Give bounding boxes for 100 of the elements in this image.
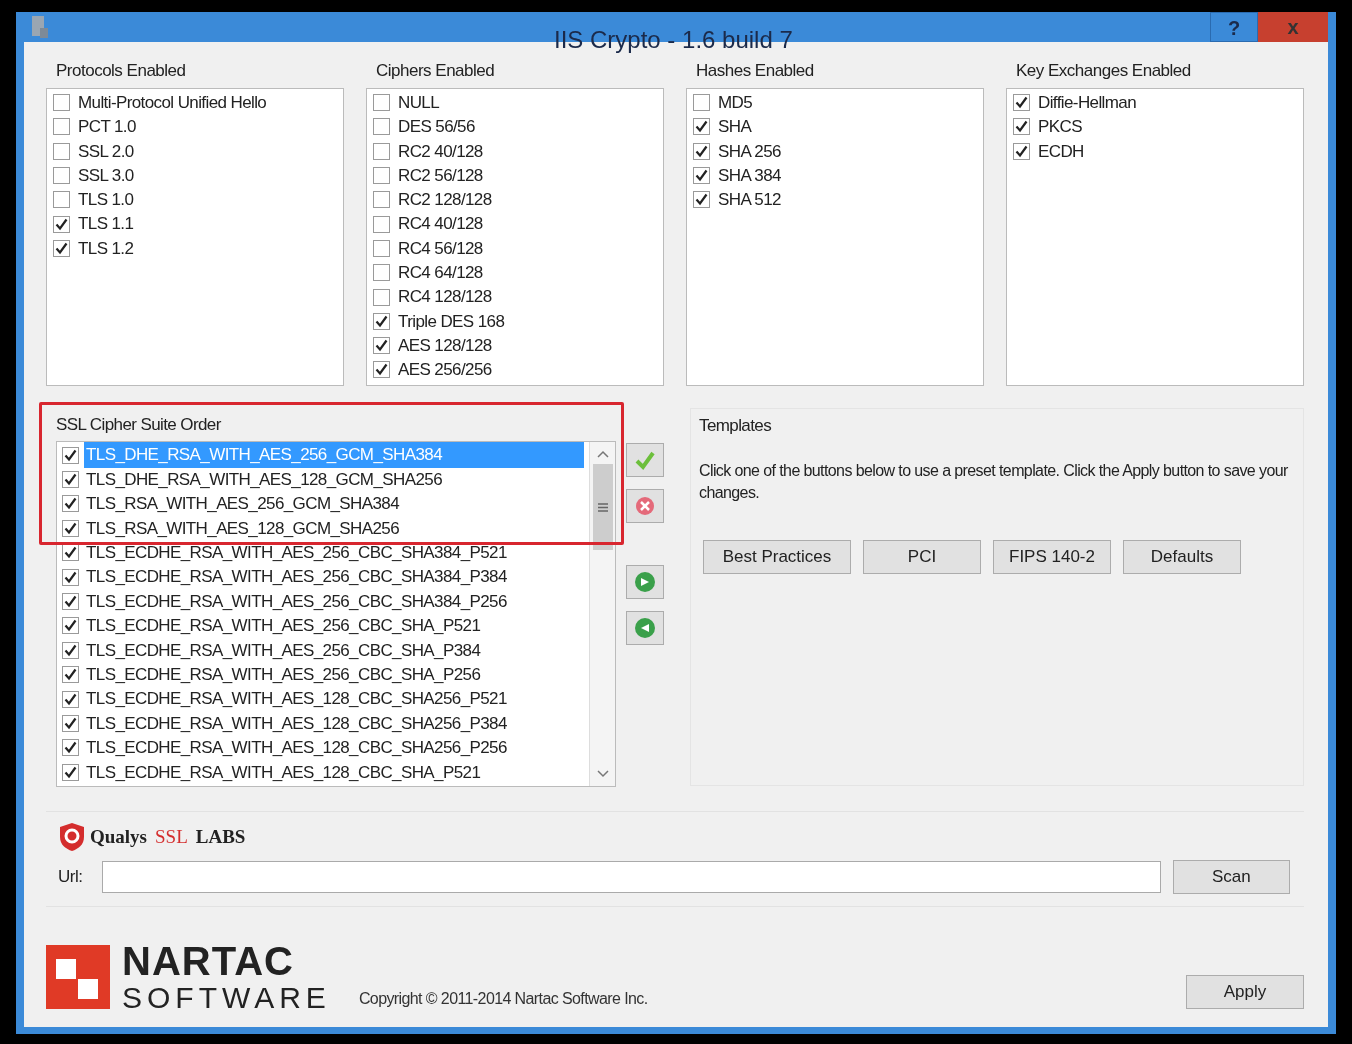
checkbox[interactable] bbox=[62, 763, 79, 781]
checkbox[interactable] bbox=[53, 239, 70, 257]
checkbox[interactable] bbox=[693, 142, 710, 160]
cipher-suite-item[interactable]: TLS_ECDHE_RSA_WITH_AES_256_CBC_SHA384_P384 bbox=[84, 564, 509, 590]
checkbox[interactable] bbox=[373, 94, 390, 112]
checkbox[interactable] bbox=[62, 519, 79, 537]
nartac-logo-text: NARTAC bbox=[122, 941, 295, 981]
option-label: RC4 40/128 bbox=[398, 213, 483, 236]
checkbox[interactable] bbox=[62, 446, 79, 464]
order-button[interactable] bbox=[626, 611, 664, 645]
checkbox[interactable] bbox=[62, 617, 79, 635]
checkbox[interactable] bbox=[62, 471, 79, 489]
checkbox[interactable] bbox=[373, 118, 390, 136]
checkbox[interactable] bbox=[693, 167, 710, 185]
checkmark-icon bbox=[55, 241, 68, 255]
cipher-suite-item[interactable]: TLS_RSA_WITH_AES_128_GCM_SHA256 bbox=[84, 515, 402, 542]
template-button[interactable]: PCI bbox=[863, 540, 981, 574]
checkbox[interactable] bbox=[62, 568, 79, 586]
checkbox[interactable] bbox=[373, 312, 390, 330]
cipher-suite-item[interactable]: TLS_ECDHE_RSA_WITH_AES_256_CBC_SHA_P384 bbox=[84, 637, 483, 664]
copyright-text: Copyright © 2011-2014 Nartac Software Inc. bbox=[358, 989, 648, 1009]
checkbox[interactable] bbox=[62, 739, 79, 757]
order-button[interactable] bbox=[626, 489, 664, 523]
apply-button[interactable]: Apply bbox=[1186, 975, 1304, 1009]
checkbox[interactable] bbox=[53, 167, 70, 185]
option-label: RC2 128/128 bbox=[398, 189, 492, 212]
cipher-suite-item[interactable]: TLS_DHE_RSA_WITH_AES_128_GCM_SHA256 bbox=[84, 466, 444, 493]
checkmark-icon bbox=[375, 363, 388, 377]
checkbox[interactable] bbox=[373, 215, 390, 233]
option-label: NULL bbox=[398, 91, 440, 114]
checkmark-icon bbox=[375, 314, 388, 328]
templates-description: Click one of the buttons below to use a preset template. Click the Apply button to save your changes. bbox=[699, 461, 1289, 503]
template-button[interactable]: FIPS 140-2 bbox=[993, 540, 1111, 574]
option-label: SHA bbox=[718, 116, 752, 139]
checkbox[interactable] bbox=[62, 641, 79, 659]
cipher-suite-item[interactable]: TLS_ECDHE_RSA_WITH_AES_128_CBC_SHA256_P521 bbox=[84, 686, 509, 712]
group-label: Hashes Enabled bbox=[696, 60, 815, 82]
option-label: RC2 56/128 bbox=[398, 164, 483, 187]
url-label: Url: bbox=[58, 866, 84, 889]
cipher-suite-item[interactable]: TLS_ECDHE_RSA_WITH_AES_128_CBC_SHA256_P256 bbox=[84, 735, 509, 761]
cipher-suite-item[interactable]: TLS_ECDHE_RSA_WITH_AES_256_CBC_SHA_P521 bbox=[84, 613, 483, 639]
checkbox[interactable] bbox=[62, 690, 79, 708]
checkbox[interactable] bbox=[693, 191, 710, 209]
checkbox[interactable] bbox=[53, 94, 70, 112]
checkmark-icon bbox=[64, 643, 77, 657]
checkbox[interactable] bbox=[373, 191, 390, 209]
group-label: Templates bbox=[699, 414, 773, 437]
checkbox[interactable] bbox=[1013, 142, 1030, 160]
checkbox[interactable] bbox=[1013, 118, 1030, 136]
nartac-logo-icon bbox=[46, 945, 110, 1009]
option-label: AES 128/128 bbox=[398, 334, 492, 357]
software-logo-text: SOFTWARE bbox=[122, 983, 331, 1013]
cipher-suite-item[interactable]: TLS_ECDHE_RSA_WITH_AES_256_CBC_SHA384_P256 bbox=[84, 588, 509, 615]
qualys-logo-text: Qualys bbox=[90, 824, 148, 849]
scrollbar-thumb[interactable] bbox=[592, 464, 613, 550]
checkbox[interactable] bbox=[53, 118, 70, 136]
checkmark-icon bbox=[64, 717, 77, 730]
option-label: SSL 3.0 bbox=[78, 164, 134, 187]
checkbox[interactable] bbox=[62, 715, 79, 732]
checkbox[interactable] bbox=[1013, 94, 1030, 112]
cipher-suite-item[interactable]: TLS_ECDHE_RSA_WITH_AES_128_CBC_SHA_P521 bbox=[84, 759, 483, 786]
checkbox[interactable] bbox=[373, 288, 390, 306]
cipher-suite-item[interactable]: TLS_ECDHE_RSA_WITH_AES_256_CBC_SHA_P256 bbox=[84, 661, 483, 688]
checkbox[interactable] bbox=[62, 593, 79, 611]
checkbox[interactable] bbox=[62, 495, 79, 513]
checkmark-icon bbox=[64, 497, 77, 511]
arrow-circle-icon bbox=[633, 570, 657, 594]
url-field[interactable] bbox=[101, 861, 1161, 893]
template-button[interactable]: Best Practices bbox=[703, 540, 851, 574]
option-label: PKCS bbox=[1038, 116, 1082, 139]
checkbox[interactable] bbox=[693, 118, 710, 136]
checkbox[interactable] bbox=[373, 167, 390, 185]
scrollbar[interactable] bbox=[589, 442, 615, 786]
checkbox[interactable] bbox=[373, 142, 390, 160]
option-label: MD5 bbox=[718, 91, 753, 114]
checkmark-icon bbox=[64, 741, 77, 755]
order-button[interactable] bbox=[626, 565, 664, 599]
checkbox[interactable] bbox=[373, 337, 390, 355]
checkbox[interactable] bbox=[373, 239, 390, 257]
option-label: AES 256/256 bbox=[398, 359, 492, 382]
option-label: TLS 1.1 bbox=[78, 213, 134, 236]
checkmark-icon bbox=[1015, 120, 1028, 134]
cipher-suite-item[interactable]: TLS_RSA_WITH_AES_256_GCM_SHA384 bbox=[84, 491, 402, 517]
checkbox[interactable] bbox=[62, 666, 79, 684]
scan-button[interactable]: Scan bbox=[1172, 860, 1290, 894]
help-button[interactable]: ? bbox=[1210, 12, 1258, 42]
checkbox[interactable] bbox=[53, 191, 70, 209]
checkmark-icon bbox=[55, 217, 68, 231]
checkbox[interactable] bbox=[53, 215, 70, 233]
checkbox[interactable] bbox=[53, 142, 70, 160]
app-icon bbox=[30, 14, 50, 40]
option-label: Diffie-Hellman bbox=[1038, 91, 1137, 114]
template-button[interactable]: Defaults bbox=[1123, 540, 1241, 574]
option-label: RC4 56/128 bbox=[398, 237, 483, 260]
checkbox[interactable] bbox=[693, 94, 710, 112]
cipher-suite-item[interactable]: TLS_ECDHE_RSA_WITH_AES_256_CBC_SHA384_P521 bbox=[84, 540, 509, 566]
labs-logo-text: LABS bbox=[195, 824, 246, 849]
checkbox[interactable] bbox=[373, 264, 390, 282]
cipher-suite-item[interactable]: TLS_ECDHE_RSA_WITH_AES_128_CBC_SHA256_P384 bbox=[84, 710, 509, 737]
checkbox[interactable] bbox=[373, 361, 390, 379]
